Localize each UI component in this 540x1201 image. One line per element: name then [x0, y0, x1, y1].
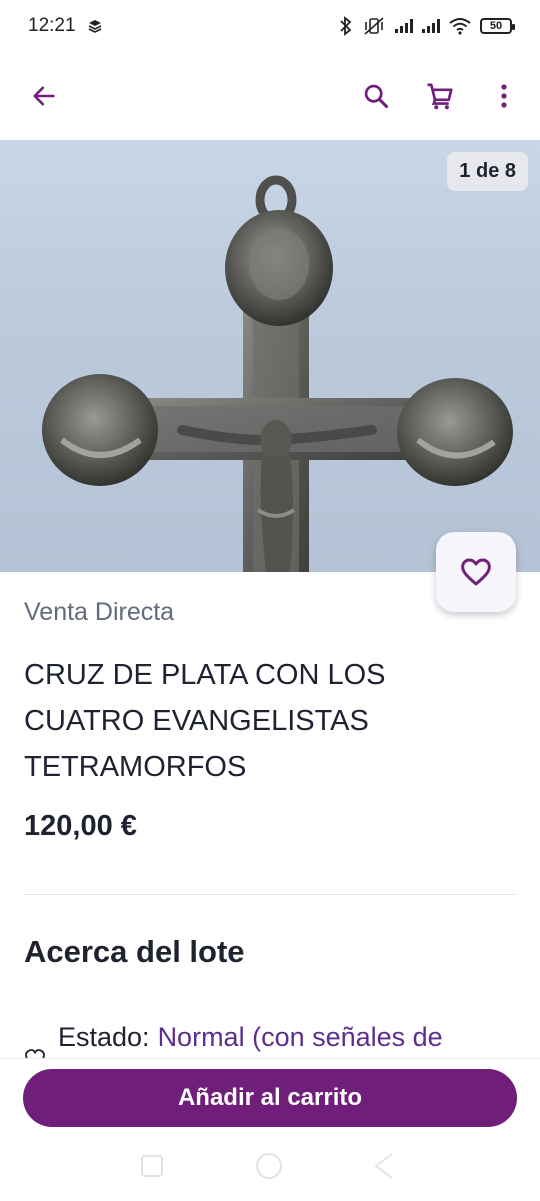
- about-lot-heading: Acerca del lote: [24, 934, 245, 969]
- more-vertical-icon: [501, 84, 507, 108]
- sale-type-label: Venta Directa: [24, 598, 175, 626]
- app-bar: [0, 60, 540, 132]
- more-options-button[interactable]: [480, 72, 528, 120]
- divider: [24, 894, 516, 895]
- cart-icon: [427, 83, 453, 110]
- search-button[interactable]: [352, 72, 400, 120]
- state-value: Normal (con señales de: [157, 1022, 443, 1052]
- status-time: 12:21: [28, 15, 76, 36]
- favorite-button[interactable]: [436, 532, 516, 612]
- home-icon: [256, 1153, 282, 1179]
- product-title: CRUZ DE PLATA CON LOS CUATRO EVANGELISTA…: [24, 659, 386, 783]
- wifi-icon: [449, 18, 471, 35]
- battery-icon: 50: [480, 18, 515, 34]
- heart-icon: [461, 558, 491, 586]
- spec-row-state: Estado: Normal (con señales de: [24, 1022, 516, 1058]
- signal-2-icon: [422, 19, 440, 33]
- add-to-cart-button[interactable]: Añadir al carrito: [23, 1069, 517, 1127]
- image-counter: 1 de 8: [447, 152, 528, 191]
- back-arrow-icon: [33, 86, 55, 106]
- back-gesture-icon: [374, 1153, 393, 1179]
- condition-icon: [25, 1049, 45, 1058]
- search-icon: [364, 84, 389, 109]
- status-bar: 12:21 50: [0, 0, 540, 52]
- system-navigation-bar: [141, 1153, 393, 1179]
- signal-1-icon: [395, 19, 413, 33]
- recents-icon: [141, 1155, 163, 1177]
- product-price: 120,00 €: [24, 810, 137, 842]
- bluetooth-icon: [340, 16, 352, 36]
- back-button[interactable]: [20, 72, 68, 120]
- product-photo: [42, 175, 513, 572]
- state-label: Estado:: [58, 1022, 150, 1052]
- product-image-gallery[interactable]: 1 de 8: [0, 140, 540, 572]
- cart-button[interactable]: [416, 72, 464, 120]
- vibrate-off-icon: [364, 17, 384, 35]
- stack-notification-icon: [88, 20, 101, 33]
- battery-level: 50: [489, 20, 503, 32]
